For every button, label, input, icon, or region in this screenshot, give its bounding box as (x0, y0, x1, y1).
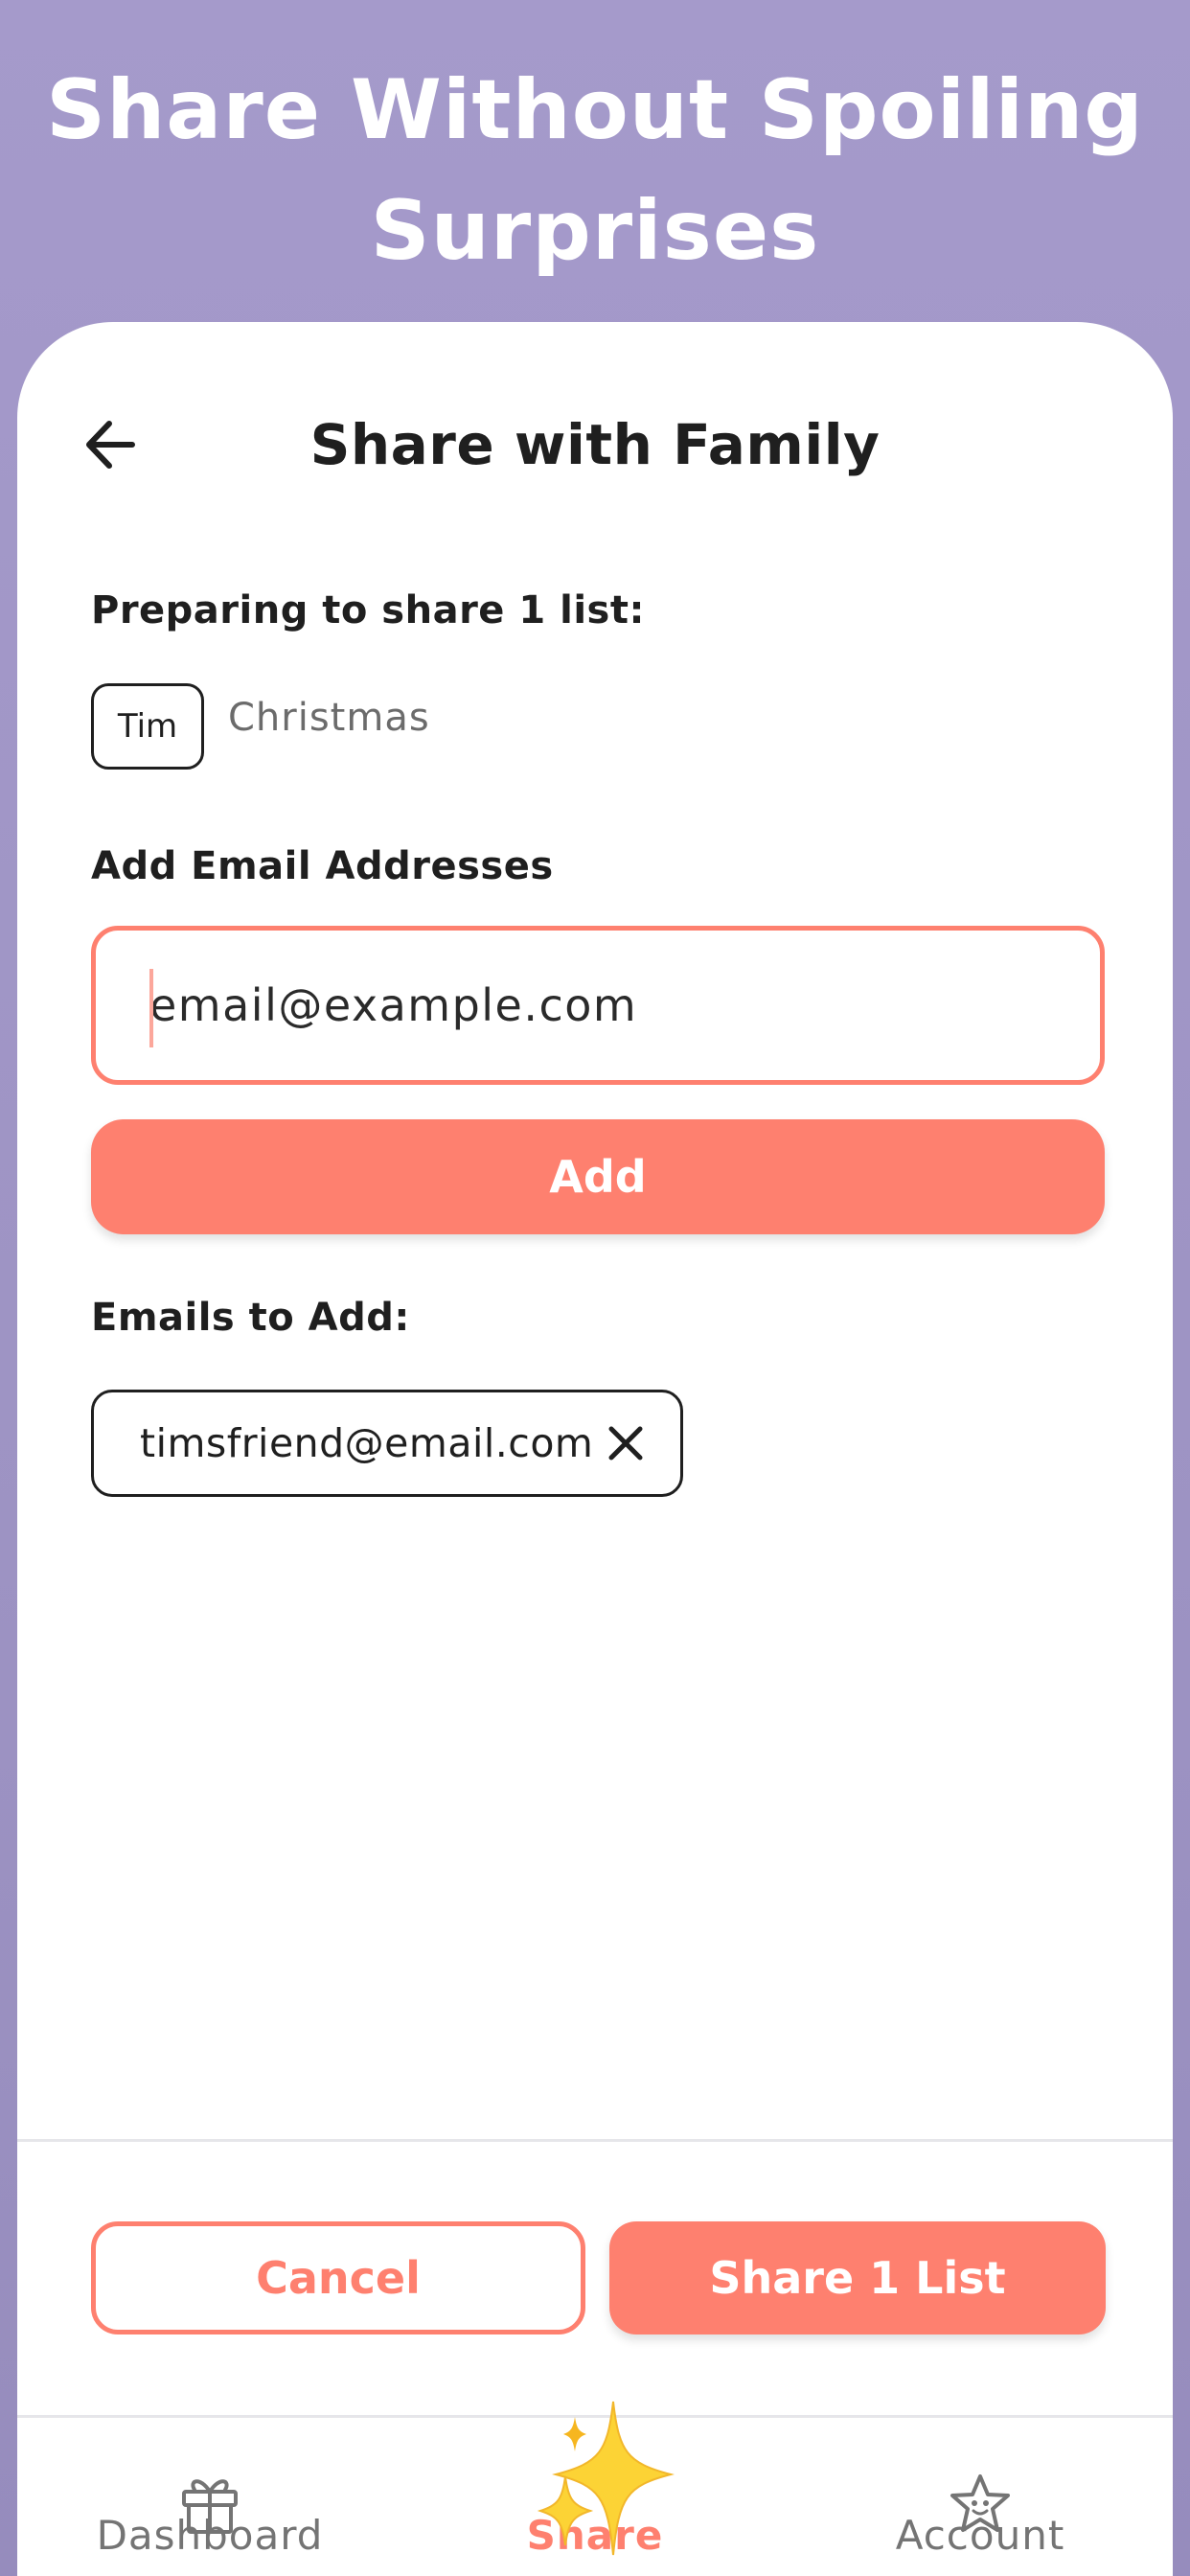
add-button[interactable]: Add (91, 1119, 1105, 1234)
headline-line-2: Surprises (370, 183, 820, 279)
emails-to-add-label: Emails to Add: (91, 1296, 410, 1340)
list-name: Christmas (228, 696, 430, 740)
email-input-value: email@example.com (149, 979, 638, 1031)
preparing-label: Preparing to share 1 list: (91, 588, 645, 632)
app-screen: Share with Family Preparing to share 1 l… (17, 322, 1173, 2576)
page-title: Share with Family (309, 412, 881, 477)
tab-dashboard[interactable]: Dashboard (17, 2430, 402, 2576)
owner-chip: Tim (91, 683, 204, 770)
marketing-headline: Share Without Spoiling Surprises (0, 50, 1190, 291)
star-face-icon (950, 2474, 1010, 2532)
email-input[interactable]: email@example.com (91, 926, 1105, 1085)
tab-share[interactable]: Share (402, 2401, 788, 2576)
sparkles-icon (537, 2401, 675, 2556)
add-email-label: Add Email Addresses (91, 844, 554, 888)
cancel-button[interactable]: Cancel (91, 2221, 585, 2334)
email-chip: timsfriend@email.com (91, 1390, 683, 1497)
text-caret (149, 969, 153, 1047)
close-icon[interactable] (604, 1421, 648, 1465)
email-chip-label: timsfriend@email.com (140, 1420, 594, 1466)
tab-account[interactable]: Account (788, 2430, 1173, 2576)
share-list-button[interactable]: Share 1 List (609, 2221, 1106, 2334)
headline-line-1: Share Without Spoiling (46, 62, 1144, 158)
gift-icon (182, 2479, 238, 2534)
divider (17, 2139, 1173, 2142)
